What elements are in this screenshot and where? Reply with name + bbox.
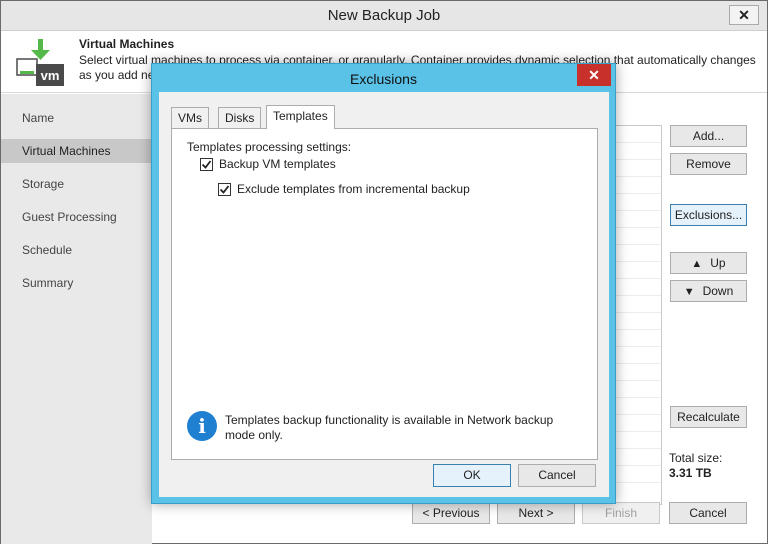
list-item[interactable]	[616, 160, 661, 177]
up-label: Up	[710, 256, 726, 270]
total-size-label: Total size:	[669, 451, 723, 465]
total-size-value: 3.31 TB	[669, 466, 712, 480]
list-item[interactable]	[616, 432, 661, 449]
vm-download-icon: vm	[16, 39, 64, 86]
list-item[interactable]	[616, 211, 661, 228]
down-label: Down	[702, 284, 734, 298]
exclusions-button[interactable]: Exclusions...	[670, 204, 747, 226]
arrow-down-icon: ▼	[683, 286, 695, 298]
svg-text:vm: vm	[41, 68, 60, 83]
exclude-incremental-label: Exclude templates from incremental backu…	[237, 182, 470, 196]
tab-vms[interactable]: VMs	[171, 107, 209, 128]
list-item[interactable]	[616, 313, 661, 330]
templates-panel: Templates processing settings: Backup VM…	[171, 128, 598, 460]
list-item[interactable]	[616, 296, 661, 313]
dialog-title: Exclusions	[350, 71, 417, 87]
exclude-incremental-option[interactable]: Exclude templates from incremental backu…	[218, 182, 470, 196]
next-button[interactable]: Next >	[497, 502, 575, 524]
cancel-button[interactable]: Cancel	[669, 502, 747, 524]
sidebar-item-name[interactable]: Name	[1, 106, 152, 130]
finish-button[interactable]: Finish	[582, 502, 660, 524]
tab-disks[interactable]: Disks	[218, 107, 262, 128]
list-item[interactable]	[616, 279, 661, 296]
previous-button[interactable]: < Previous	[412, 502, 490, 524]
sidebar-item-virtual-machines[interactable]: Virtual Machines	[1, 139, 152, 163]
add-button[interactable]: Add...	[670, 125, 747, 147]
step-title: Virtual Machines	[79, 37, 175, 51]
wizard-sidebar: Name Virtual Machines Storage Guest Proc…	[1, 94, 152, 544]
title-bar: New Backup Job ✕	[1, 1, 767, 31]
tab-templates[interactable]: Templates	[266, 105, 335, 129]
exclude-incremental-checkbox[interactable]	[218, 182, 231, 196]
recalculate-button[interactable]: Recalculate	[670, 406, 747, 428]
list-item[interactable]	[616, 347, 661, 364]
dialog-body: VMs Disks Templates Templates processing…	[159, 92, 609, 497]
arrow-up-icon: ▲	[691, 258, 703, 270]
sidebar-item-storage[interactable]: Storage	[1, 172, 152, 196]
up-button[interactable]: ▲ Up	[670, 252, 747, 274]
list-item[interactable]	[616, 381, 661, 398]
list-item[interactable]	[616, 364, 661, 381]
remove-button[interactable]: Remove	[670, 153, 747, 175]
list-item[interactable]	[616, 466, 661, 483]
list-item[interactable]	[616, 194, 661, 211]
list-item[interactable]	[616, 143, 661, 160]
list-item[interactable]	[616, 262, 661, 279]
dialog-title-bar: Exclusions ✕	[152, 64, 615, 92]
list-item[interactable]	[616, 245, 661, 262]
sidebar-item-guest-processing[interactable]: Guest Processing	[1, 205, 152, 229]
vm-list[interactable]	[615, 125, 662, 505]
backup-templates-option[interactable]: Backup VM templates	[200, 157, 336, 171]
sidebar-item-schedule[interactable]: Schedule	[1, 238, 152, 262]
dialog-cancel-button[interactable]: Cancel	[518, 464, 596, 487]
backup-templates-label: Backup VM templates	[219, 157, 336, 171]
list-item[interactable]	[616, 330, 661, 347]
settings-label: Templates processing settings:	[187, 140, 352, 154]
backup-templates-checkbox[interactable]	[200, 157, 213, 171]
window-close-button[interactable]: ✕	[729, 5, 759, 25]
list-item[interactable]	[616, 126, 661, 143]
info-message: Templates backup functionality is availa…	[225, 413, 554, 442]
down-button[interactable]: ▼ Down	[670, 280, 747, 302]
exclusions-dialog: Exclusions ✕ VMs Disks Templates Templat…	[151, 63, 616, 504]
info-icon: i	[187, 411, 217, 441]
list-item[interactable]	[616, 398, 661, 415]
list-item[interactable]	[616, 449, 661, 466]
sidebar-item-summary[interactable]: Summary	[1, 271, 152, 295]
window-title: New Backup Job	[327, 7, 441, 24]
dialog-close-button[interactable]: ✕	[577, 64, 611, 86]
list-item[interactable]	[616, 228, 661, 245]
list-item[interactable]	[616, 177, 661, 194]
ok-button[interactable]: OK	[433, 464, 511, 487]
list-item[interactable]	[616, 415, 661, 432]
